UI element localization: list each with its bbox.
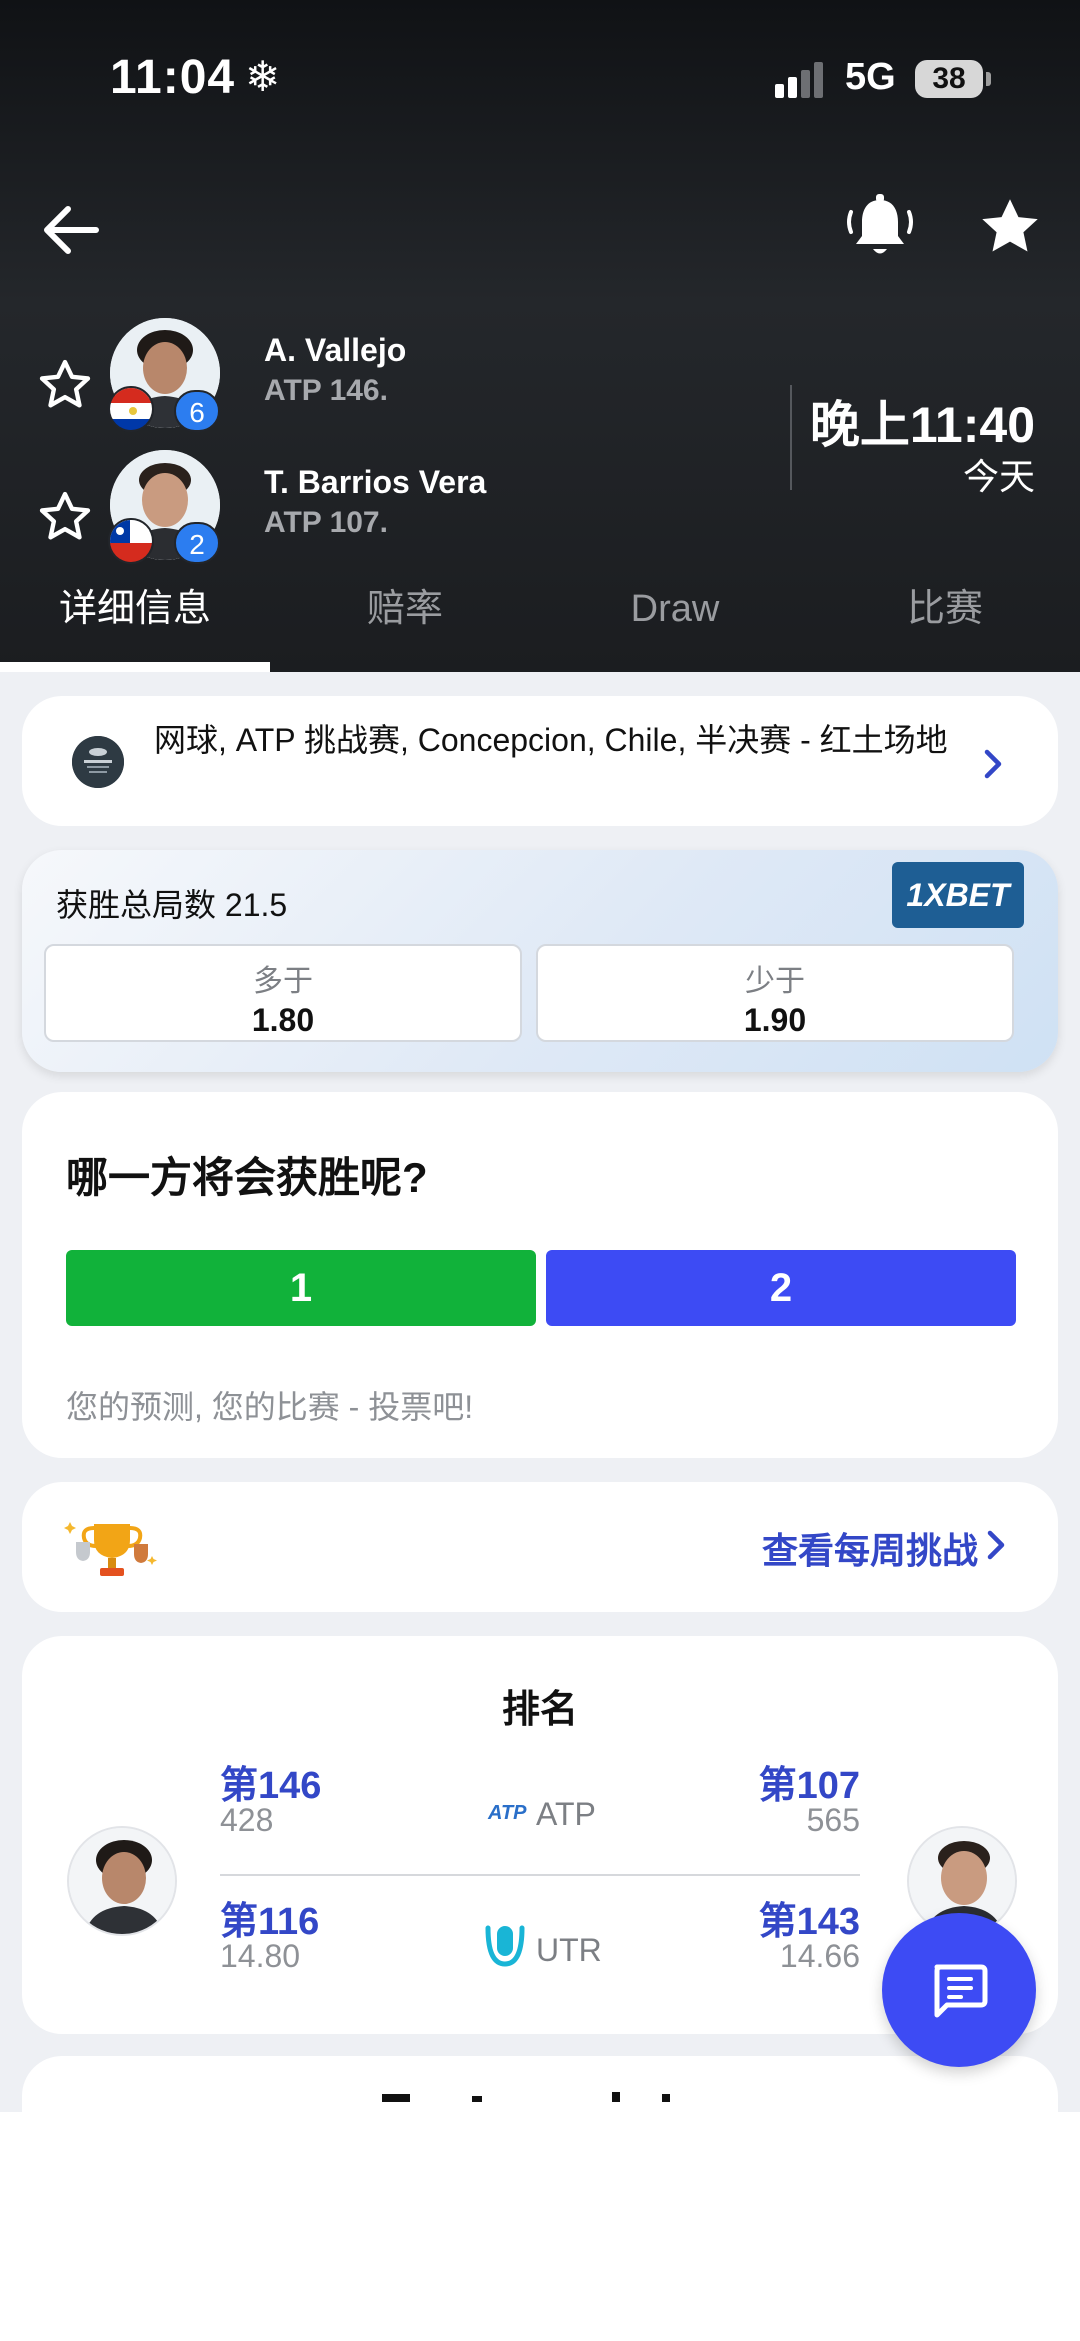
- tournament-info: 网球, ATP 挑战赛, Concepcion, Chile, 半决赛 - 红土…: [154, 722, 948, 758]
- tournament-card[interactable]: 网球, ATP 挑战赛, Concepcion, Chile, 半决赛 - 红土…: [22, 696, 1058, 826]
- next-section-card: [22, 2056, 1058, 2112]
- player-1-avatar: [67, 1826, 177, 1936]
- vote-player-1-button[interactable]: 1: [66, 1250, 536, 1326]
- player-2-atp-points: 565: [806, 1802, 860, 1838]
- player-2-utr-rank: 第143: [758, 1901, 860, 1943]
- prediction-hint: 您的预测, 您的比赛 - 投票吧!: [66, 1389, 474, 1425]
- match-time: 晚上11:40: [809, 397, 1035, 453]
- player-favorite-star-icon[interactable]: [36, 356, 94, 414]
- player-row-1[interactable]: 6 A. Vallejo ATP 146.: [0, 318, 760, 438]
- back-arrow-icon[interactable]: [38, 195, 108, 265]
- battery-tip: [986, 72, 991, 86]
- player-1-utr-rank: 第116: [220, 1901, 320, 1943]
- atp-label: ATP: [536, 1796, 596, 1832]
- header-divider: [790, 385, 792, 490]
- odds-card: 获胜总局数 21.5 1XBET 多于 1.80 少于 1.90: [22, 850, 1058, 1072]
- atp-logo-icon: ATP: [488, 1802, 527, 1824]
- bell-alert-icon[interactable]: [845, 190, 915, 266]
- prediction-question: 哪一方将会获胜呢?: [66, 1154, 428, 1201]
- player-2-utr-rating: 14.66: [779, 1938, 860, 1974]
- player-1-atp-rank: 第146: [220, 1765, 322, 1807]
- utr-logo-icon: [482, 1920, 528, 1975]
- odds-under-button[interactable]: 少于 1.90: [536, 944, 1014, 1042]
- weekly-challenge-link[interactable]: 查看每周挑战: [762, 1522, 978, 1574]
- ranking-divider: [220, 1874, 860, 1876]
- active-tab-indicator: [0, 662, 270, 672]
- favorite-star-icon[interactable]: [975, 192, 1045, 262]
- chat-icon: [934, 1964, 988, 2018]
- weekly-challenge-card[interactable]: 查看每周挑战: [22, 1482, 1058, 1612]
- tab-draw[interactable]: Draw: [540, 570, 810, 672]
- player-2-atp-rank: 第107: [758, 1765, 860, 1807]
- vote-player-2-button[interactable]: 2: [546, 1250, 1016, 1326]
- details-content[interactable]: 网球, ATP 挑战赛, Concepcion, Chile, 半决赛 - 红土…: [0, 672, 1080, 2112]
- chat-fab-button[interactable]: [882, 1913, 1036, 2067]
- odds-under-value: 1.90: [743, 1002, 807, 1038]
- tab-bar: 详细信息 赔率 Draw 比赛: [0, 570, 1080, 672]
- chevron-right-icon[interactable]: [984, 1528, 1008, 1562]
- bookmaker-logo[interactable]: 1XBET: [892, 862, 1024, 928]
- odds-market-label: 获胜总局数 21.5: [56, 887, 288, 923]
- tournament-logo-icon: [72, 736, 124, 788]
- seed-badge: 6: [174, 390, 220, 432]
- chevron-right-icon[interactable]: [978, 746, 1008, 782]
- player-row-2[interactable]: 2 T. Barrios Vera ATP 107.: [0, 450, 760, 570]
- player-1-atp-points: 428: [220, 1802, 274, 1838]
- odds-over-button[interactable]: 多于 1.80: [44, 944, 522, 1042]
- match-day: 今天: [962, 456, 1035, 497]
- chile-flag-icon: [108, 518, 154, 564]
- player-1-utr-rating: 14.80: [220, 1938, 301, 1974]
- player-name: A. Vallejo: [264, 332, 407, 368]
- next-section-title-partial: [382, 2092, 670, 2102]
- odds-under-label: 少于: [745, 965, 805, 998]
- match-header: 11:04 ❄ 5G 38 6 A. Vallejo ATP 146. 2 T.…: [0, 0, 1080, 672]
- snowflake-icon: ❄: [245, 53, 281, 100]
- tab-odds[interactable]: 赔率: [270, 570, 540, 672]
- seed-badge: 2: [174, 522, 220, 564]
- player-favorite-star-icon[interactable]: [36, 488, 94, 546]
- tab-details[interactable]: 详细信息: [0, 570, 270, 672]
- player-name: T. Barrios Vera: [264, 464, 487, 500]
- odds-over-value: 1.80: [251, 1002, 315, 1038]
- status-time: 11:04: [110, 51, 236, 104]
- trophy-icon: [62, 1512, 162, 1582]
- ranking-title: 排名: [501, 1689, 578, 1731]
- utr-label: UTR: [536, 1932, 602, 1968]
- network-type: 5G: [845, 56, 896, 98]
- player-rank: ATP 146.: [264, 374, 388, 407]
- battery-icon: 38: [915, 60, 983, 98]
- prediction-card: 哪一方将会获胜呢? 1 2 您的预测, 您的比赛 - 投票吧!: [22, 1092, 1058, 1458]
- signal-icon: [775, 62, 825, 98]
- paraguay-flag-icon: [108, 386, 154, 432]
- player-rank: ATP 107.: [264, 506, 388, 539]
- tab-matches[interactable]: 比赛: [810, 570, 1080, 672]
- odds-over-label: 多于: [253, 965, 313, 998]
